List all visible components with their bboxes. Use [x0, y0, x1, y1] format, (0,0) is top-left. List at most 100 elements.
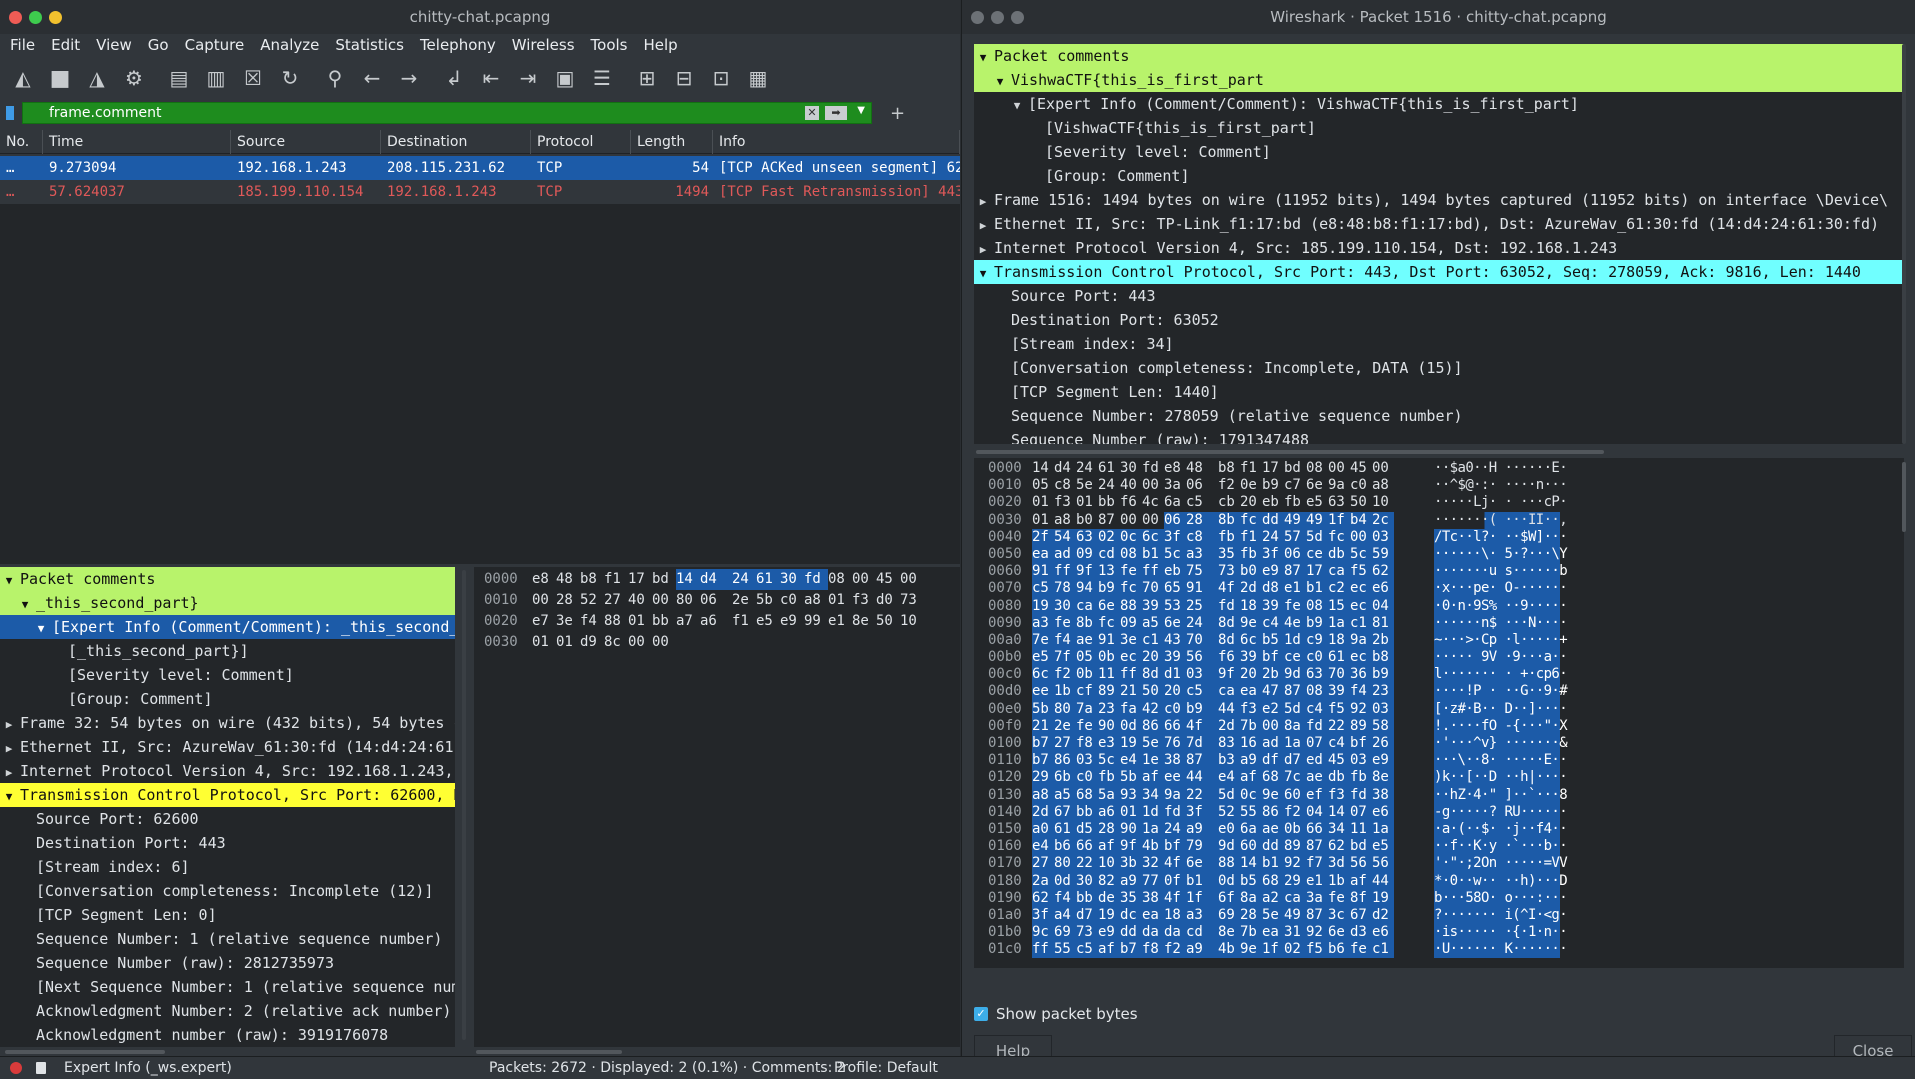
hex-byte[interactable]: 48 [1186, 460, 1218, 477]
hex-byte[interactable]: 66 [1076, 838, 1098, 856]
hex-byte[interactable]: fc [1240, 511, 1262, 529]
hex-byte[interactable]: 5d [1218, 786, 1240, 804]
hex-byte[interactable]: f2 [1284, 803, 1306, 821]
hex-byte[interactable]: 6e [1164, 614, 1186, 632]
hex-byte[interactable]: 3e [1120, 631, 1142, 650]
hex-byte[interactable]: d4 [700, 569, 732, 590]
hex-byte[interactable]: 38 [1142, 889, 1164, 907]
hex-byte[interactable]: 52 [1218, 803, 1240, 821]
tree-node[interactable]: [Group: Comment] [974, 164, 1904, 188]
hex-ascii[interactable]: ·0·n·9S% ··9····· [1434, 597, 1568, 615]
hex-byte[interactable]: c5 [1186, 683, 1218, 701]
hex-byte[interactable]: c1 [1350, 614, 1372, 632]
hex-byte[interactable]: b0 [1076, 512, 1098, 529]
hex-byte[interactable]: 1a [1328, 614, 1350, 632]
hex-byte[interactable]: d5 [1076, 820, 1098, 839]
hex-byte[interactable]: 8b [1218, 511, 1240, 529]
menu-statistics[interactable]: Statistics [327, 36, 412, 54]
hex-byte[interactable]: 9a [1350, 631, 1372, 650]
hex-byte[interactable]: 9e [1262, 786, 1284, 804]
menu-wireless[interactable]: Wireless [504, 36, 583, 54]
hex-byte[interactable]: 21 [1032, 717, 1054, 736]
hex-byte[interactable]: 08 [1306, 683, 1328, 701]
tree-node[interactable]: ▼ VishwaCTF{this_is_first_part [974, 68, 1904, 92]
maximize-window-icon[interactable] [991, 10, 1004, 24]
hex-byte[interactable]: 21 [1120, 683, 1142, 701]
hex-byte[interactable]: af [1142, 769, 1164, 787]
hex-byte[interactable]: 5c [1164, 545, 1186, 564]
hex-byte[interactable]: 39 [1240, 649, 1262, 667]
hex-byte[interactable]: b8 [580, 569, 604, 590]
expand-arrow-icon[interactable]: ▶ [2, 737, 16, 761]
hex-byte[interactable]: 00 [1142, 512, 1164, 529]
hex-byte[interactable]: 73 [900, 590, 924, 611]
hex-byte[interactable]: fd [1350, 786, 1372, 804]
hex-byte[interactable]: 2e [1054, 717, 1076, 736]
hex-byte[interactable]: 99 [804, 611, 828, 632]
hex-byte[interactable]: 27 [1054, 735, 1076, 753]
hex-byte[interactable]: 35 [1120, 889, 1142, 907]
hex-byte[interactable]: 6e [1098, 597, 1120, 615]
hex-byte[interactable]: d7 [1284, 752, 1306, 770]
hex-byte[interactable]: 3e [556, 611, 580, 632]
tree-node[interactable]: [TCP Segment Len: 0] [0, 903, 455, 927]
hex-byte[interactable]: 5e [1076, 477, 1098, 494]
hex-byte[interactable]: 0f [1164, 872, 1186, 890]
hex-byte[interactable]: 4f [1164, 889, 1186, 907]
tree-node[interactable]: ▼ [Expert Info (Comment/Comment): _this_s… [0, 615, 455, 639]
hex-byte[interactable]: 30 [780, 569, 804, 590]
hex-byte[interactable]: 30 [1120, 460, 1142, 477]
hex-ascii[interactable]: ··^$@·:· ····n··· [1434, 477, 1568, 494]
hex-byte[interactable]: 01 [1076, 494, 1098, 511]
hex-byte[interactable]: 1e [1142, 752, 1164, 770]
hex-ascii[interactable]: ··f··K·y ·`···b·· [1434, 838, 1568, 856]
hex-byte[interactable]: 2a [1032, 872, 1054, 890]
hex-byte[interactable]: 4f [1218, 580, 1240, 598]
collapse-arrow-icon[interactable]: ▼ [34, 617, 48, 641]
hex-ascii[interactable]: !.····fO -{···"·X [1434, 717, 1568, 735]
hex-byte[interactable]: 7d [1186, 735, 1218, 753]
hex-byte[interactable]: eb [1164, 563, 1186, 581]
hex-byte[interactable]: 87 [1306, 906, 1328, 925]
hex-byte[interactable]: 42 [1142, 700, 1164, 718]
hex-byte[interactable]: 00 [652, 590, 676, 611]
hex-byte[interactable]: dc [1120, 906, 1142, 925]
collapse-arrow-icon[interactable]: ▼ [976, 262, 990, 286]
expert-info-icon[interactable] [10, 1062, 22, 1074]
hex-byte[interactable]: 18 [1240, 597, 1262, 615]
hex-byte[interactable]: 00 [1350, 528, 1372, 546]
hex-byte[interactable]: f5 [1328, 700, 1350, 718]
hex-byte[interactable]: 0d [1218, 872, 1240, 890]
hex-byte[interactable]: 01 [1032, 512, 1054, 529]
normal-size-icon[interactable]: ⊡ [706, 63, 736, 93]
minimize-window-icon[interactable] [49, 10, 62, 24]
hex-byte[interactable]: 5d [1284, 700, 1306, 718]
column-header-length[interactable]: Length [631, 129, 713, 154]
hex-byte[interactable]: 3c [1328, 906, 1350, 925]
hex-byte[interactable]: 89 [1098, 683, 1120, 701]
hex-byte[interactable]: 86 [1142, 717, 1164, 736]
hex-byte[interactable]: 78 [1054, 580, 1076, 598]
hex-byte[interactable]: 4b [1142, 838, 1164, 856]
open-file-icon[interactable]: ▤ [164, 63, 194, 93]
hex-byte[interactable]: e1 [1284, 580, 1306, 598]
hex-byte[interactable]: 61 [756, 569, 780, 590]
hex-byte[interactable]: 75 [1186, 563, 1218, 581]
hex-byte[interactable]: 66 [1164, 717, 1186, 736]
hex-ascii[interactable]: )k··[··D ··h|···· [1434, 769, 1568, 787]
hex-byte[interactable]: bf [1350, 735, 1372, 753]
hex-byte[interactable]: 48 [556, 569, 580, 590]
hex-byte[interactable]: af [1098, 838, 1120, 856]
hex-byte[interactable]: 77 [1142, 872, 1164, 890]
hex-byte[interactable]: b7 [1032, 735, 1054, 753]
tree-node[interactable]: Acknowledgment Number: 2 (relative ack n… [0, 999, 455, 1023]
hex-byte[interactable]: fc [1328, 528, 1350, 546]
restart-fin-icon[interactable]: ◮ [82, 63, 112, 93]
collapse-arrow-icon[interactable]: ▼ [1010, 94, 1024, 118]
hex-byte[interactable]: 19 [1098, 906, 1120, 925]
hex-byte[interactable]: 3a [1306, 889, 1328, 907]
detail-tree-hscrollbar[interactable] [976, 450, 1604, 454]
hex-byte[interactable]: 44 [1372, 872, 1394, 890]
hex-byte[interactable]: 58 [1372, 717, 1394, 736]
shark-fin-start-icon[interactable]: ◭ [8, 63, 38, 93]
